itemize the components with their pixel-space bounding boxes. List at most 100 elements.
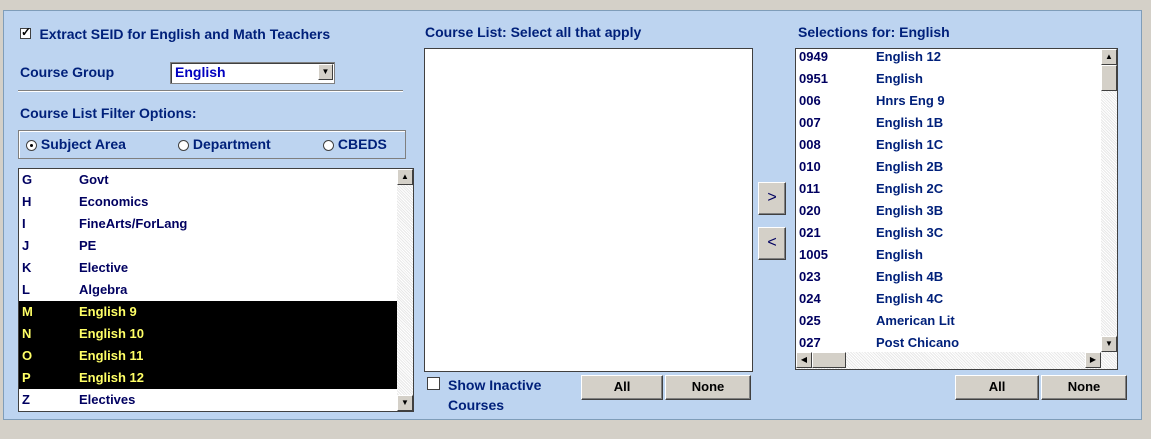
subject-code: K (22, 260, 32, 275)
radio-subject-area[interactable]: Subject Area (26, 136, 126, 152)
checkmark-icon: ✓ (21, 25, 32, 39)
selections-hscrollbar[interactable]: ◀ ▶ (796, 352, 1117, 369)
selection-list-item[interactable]: 008 English 1C (796, 134, 1099, 156)
selection-code: 008 (799, 137, 821, 152)
add-arrow-button[interactable]: > (758, 182, 786, 215)
course-list[interactable] (424, 48, 753, 372)
selection-list-item[interactable]: 0951 English (796, 68, 1099, 90)
selection-list-item[interactable]: 021 English 3C (796, 222, 1099, 244)
subject-list-item[interactable]: L Algebra (19, 279, 397, 301)
subject-name: Govt (79, 172, 109, 187)
subject-name: English 10 (79, 326, 145, 341)
selection-name: Hnrs Eng 9 (876, 93, 945, 108)
arrow-right-icon[interactable]: ▶ (1085, 352, 1101, 368)
filter-radio-group: Subject Area Department CBEDS (18, 130, 406, 159)
subject-code: Z (22, 392, 30, 407)
subject-code: I (22, 216, 26, 231)
subject-list-item[interactable]: G Govt (19, 169, 397, 191)
subject-list-item[interactable]: P English 12 (19, 367, 397, 389)
chevron-down-icon[interactable]: ▼ (318, 64, 333, 80)
selections-none-button[interactable]: None (1041, 375, 1127, 400)
subject-list-item[interactable]: O English 11 (19, 345, 397, 367)
selection-list-item[interactable]: 006 Hnrs Eng 9 (796, 90, 1099, 112)
selection-code: 021 (799, 225, 821, 240)
arrow-down-icon[interactable]: ▼ (397, 395, 413, 411)
selection-list-item[interactable]: 007 English 1B (796, 112, 1099, 134)
subject-name: Economics (79, 194, 149, 209)
subject-name: Elective (79, 260, 129, 275)
selections-all-button[interactable]: All (955, 375, 1039, 400)
selection-code: 0949 (799, 49, 828, 64)
subject-name: English 12 (79, 370, 145, 385)
extract-checkbox-box[interactable]: ✓ (20, 25, 32, 39)
selection-list-item[interactable]: 1005 English (796, 244, 1099, 266)
selection-name: English 3C (876, 225, 944, 240)
subject-list-item[interactable]: J PE (19, 235, 397, 257)
selection-code: 007 (799, 115, 821, 130)
selection-list-item[interactable]: 024 English 4C (796, 288, 1099, 310)
selection-list-item[interactable]: 027 Post Chicano (796, 332, 1099, 354)
course-none-button[interactable]: None (665, 375, 751, 400)
arrow-down-icon[interactable]: ▼ (1101, 336, 1117, 352)
scroll-thumb[interactable] (1101, 65, 1117, 91)
hscroll-thumb[interactable] (812, 352, 846, 368)
subject-list-item[interactable]: H Economics (19, 191, 397, 213)
selection-code: 024 (799, 291, 821, 306)
selection-code: 020 (799, 203, 821, 218)
extract-seid-checkbox[interactable]: ✓ Extract SEID for English and Math Teac… (20, 25, 331, 44)
radio-cbeds[interactable]: CBEDS (323, 136, 387, 152)
selection-code: 011 (799, 181, 820, 196)
selection-code: 0951 (799, 71, 828, 86)
subject-code: G (22, 172, 33, 187)
selection-code: 025 (799, 313, 821, 328)
selection-name: English (876, 247, 923, 262)
selection-name: English 12 (876, 49, 942, 64)
subject-area-list[interactable]: G Govt H Economics I FineArts/ForLang J PE K Elec… (18, 168, 414, 412)
subject-list-scrollbar[interactable]: ▲ ▼ (397, 169, 413, 411)
arrow-up-icon[interactable]: ▲ (397, 169, 413, 185)
course-all-button[interactable]: All (581, 375, 663, 400)
subject-list-item[interactable]: K Elective (19, 257, 397, 279)
selection-code: 010 (799, 159, 821, 174)
arrow-left-icon[interactable]: ◀ (796, 352, 812, 368)
selection-list-item[interactable]: 020 English 3B (796, 200, 1099, 222)
show-inactive-checkbox[interactable] (427, 377, 440, 395)
subject-name: Algebra (79, 282, 128, 297)
selection-name: English (876, 71, 923, 86)
selection-list-item[interactable]: 023 English 4B (796, 266, 1099, 288)
selection-list-item[interactable]: 025 American Lit (796, 310, 1099, 332)
subject-code: P (22, 370, 31, 385)
selection-name: English 3B (876, 203, 944, 218)
extract-seid-label: Extract SEID for English and Math Teache… (39, 26, 331, 42)
selection-code: 006 (799, 93, 821, 108)
selections-label: Selections for: English (798, 24, 950, 40)
selection-list-item[interactable]: 011 English 2C (796, 178, 1099, 200)
selection-code: 027 (799, 335, 821, 350)
subject-list-item[interactable]: I FineArts/ForLang (19, 213, 397, 235)
divider (18, 90, 403, 92)
remove-arrow-button[interactable]: < (758, 227, 786, 260)
arrow-left-icon: < (767, 234, 777, 251)
show-inactive-box[interactable] (427, 377, 440, 390)
subject-name: English 11 (79, 348, 144, 363)
radio-department[interactable]: Department (178, 136, 271, 152)
course-list-label: Course List: Select all that apply (425, 24, 642, 40)
selection-list-item[interactable]: 010 English 2B (796, 156, 1099, 178)
subject-name: FineArts/ForLang (79, 216, 188, 231)
subject-list-item[interactable]: N English 10 (19, 323, 397, 345)
arrow-up-icon[interactable]: ▲ (1101, 49, 1117, 65)
radio-dot-icon (30, 143, 33, 147)
subject-list-item[interactable]: M English 9 (19, 301, 397, 323)
subject-code: N (22, 326, 32, 341)
subject-code: M (22, 304, 33, 319)
selections-vscrollbar[interactable]: ▲ ▼ (1101, 49, 1117, 352)
subject-name: English 9 (79, 304, 137, 319)
selections-list[interactable]: 0949 English 12 0951 English 006 Hnrs Eng 9 00… (795, 48, 1118, 370)
course-group-select[interactable]: English ▼ (170, 62, 335, 84)
subject-name: PE (79, 238, 97, 253)
main-panel: ✓ Extract SEID for English and Math Teac… (3, 10, 1142, 420)
selection-code: 023 (799, 269, 821, 284)
show-inactive-label: Show Inactive Courses (448, 377, 542, 413)
subject-list-item[interactable]: Z Electives (19, 389, 397, 411)
selection-list-item[interactable]: 0949 English 12 (796, 49, 1099, 68)
